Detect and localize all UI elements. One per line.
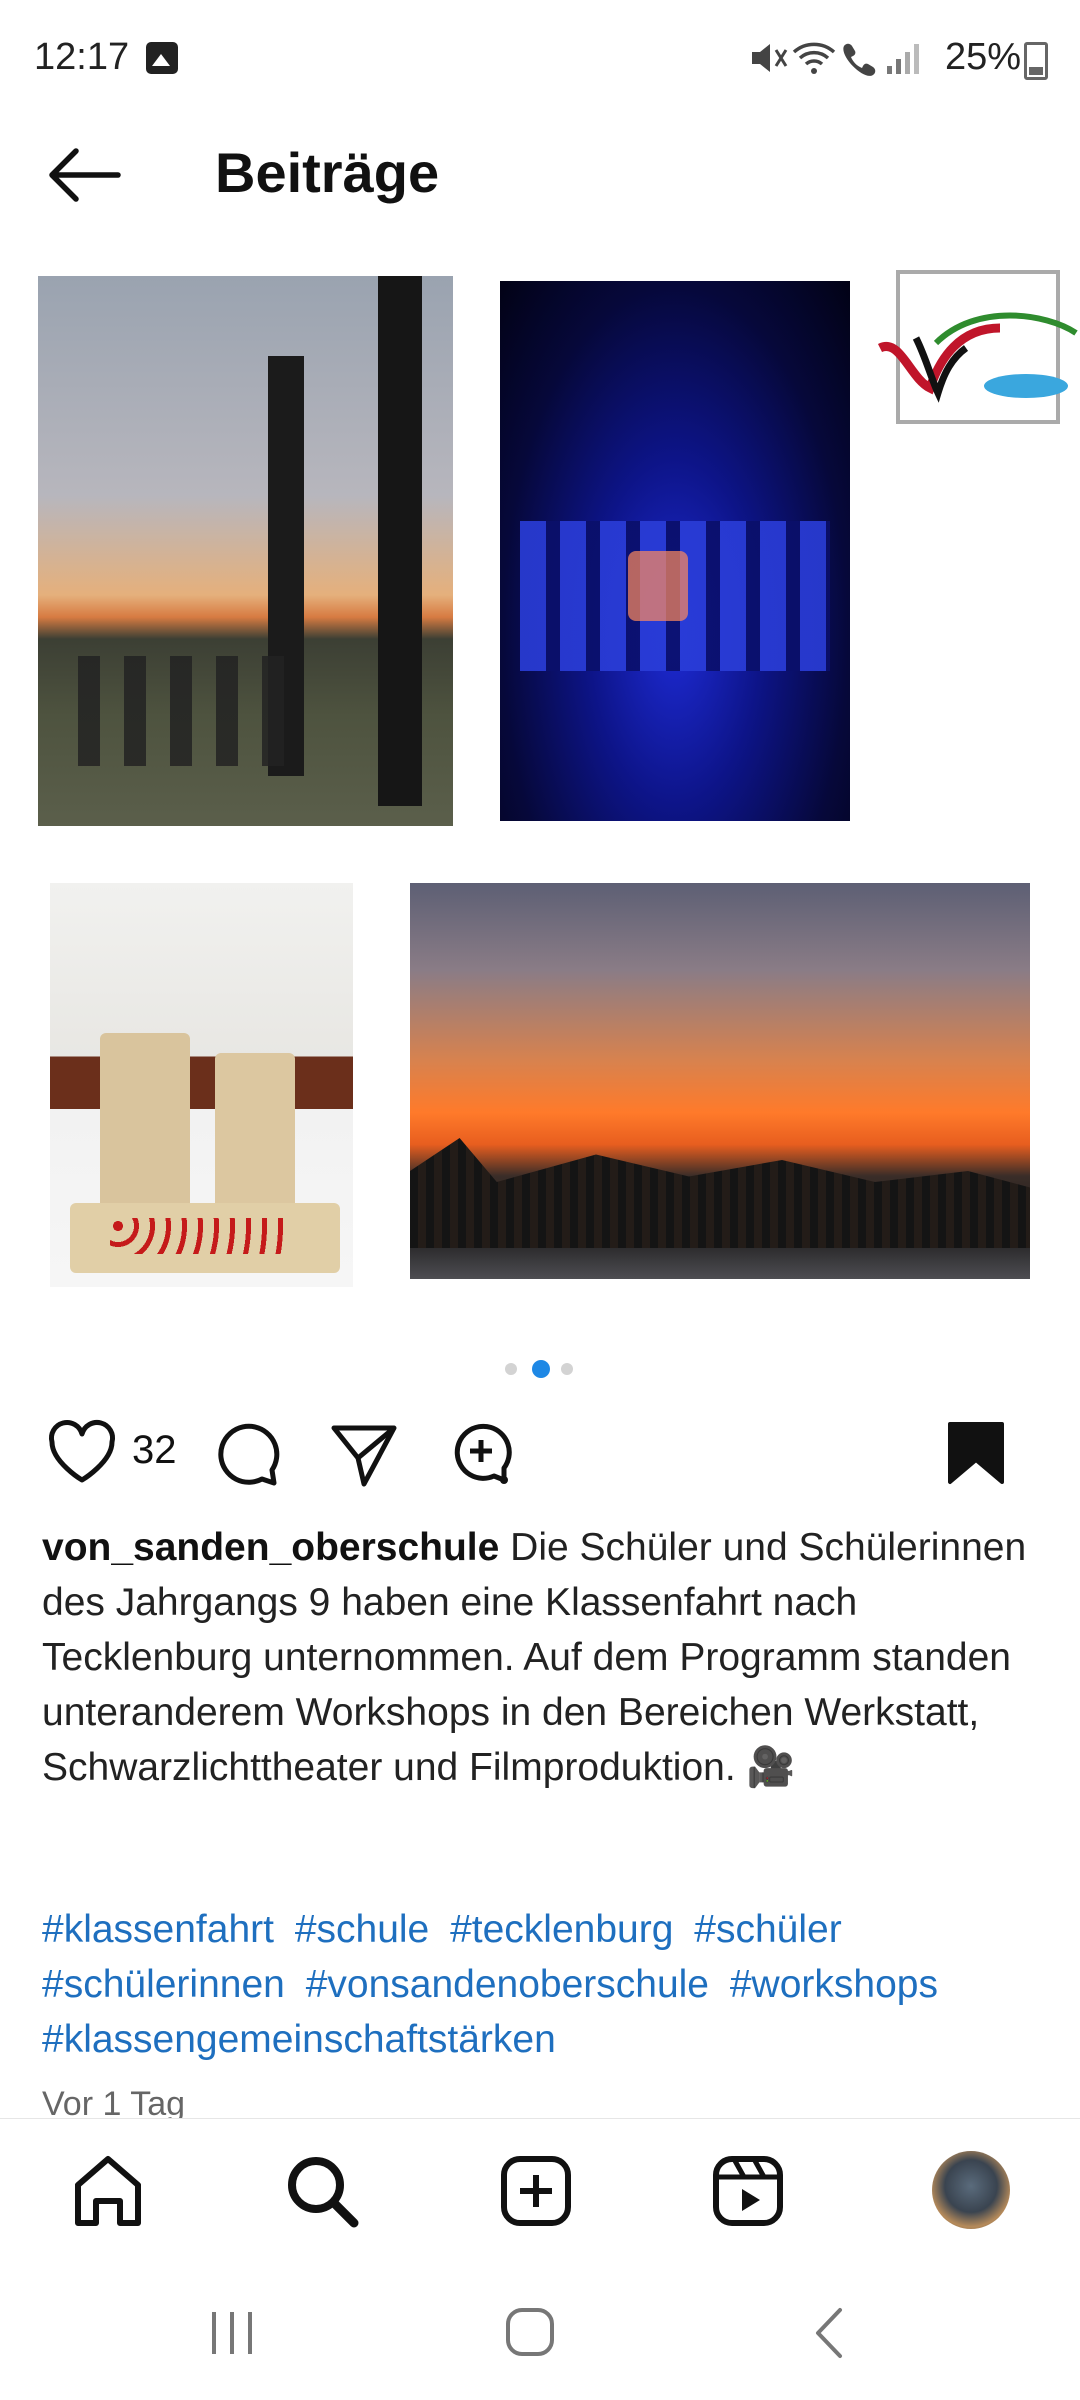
create-icon <box>501 2156 571 2226</box>
wifi-calling-icon <box>843 43 876 76</box>
hashtag[interactable]: #workshops <box>730 1963 938 2006</box>
wifi-icon <box>792 42 836 74</box>
hashtag[interactable]: #schule <box>295 1908 429 1951</box>
sunset-photo[interactable] <box>410 883 1030 1279</box>
add-comment-button[interactable] <box>448 1418 520 1490</box>
status-time: 12:17 <box>34 36 130 78</box>
share-button[interactable] <box>328 1418 400 1490</box>
system-home-button[interactable] <box>490 2298 570 2368</box>
system-back-button[interactable] <box>790 2298 870 2368</box>
profile-avatar[interactable] <box>932 2151 1010 2229</box>
comment-icon <box>218 1423 280 1486</box>
school-logo[interactable] <box>876 268 1080 438</box>
page-title: Beiträge <box>215 141 440 204</box>
nav-create-button[interactable] <box>496 2151 576 2231</box>
hashtag-list: #klassenfahrt #schule #tecklenburg #schü… <box>42 1902 1052 2067</box>
hashtag[interactable]: #vonsandenoberschule <box>306 1963 709 2006</box>
share-icon <box>331 1425 397 1487</box>
post-username[interactable]: von_sanden_oberschule <box>42 1526 499 1569</box>
mute-icon <box>752 44 788 72</box>
home-icon <box>75 2156 141 2226</box>
home-button-icon <box>506 2308 554 2356</box>
hashtag[interactable]: #tecklenburg <box>450 1908 673 1951</box>
recent-apps-icon <box>212 2312 252 2354</box>
tree-group-photo[interactable] <box>38 276 453 826</box>
reels-icon <box>713 2156 783 2226</box>
hashtag[interactable]: #klassenfahrt <box>42 1908 274 1951</box>
gallery-icon <box>146 42 178 74</box>
blacklight-theatre-photo[interactable] <box>500 281 850 821</box>
system-navigation-bar <box>0 2268 1080 2400</box>
post-caption: von_sanden_oberschule Die Schüler und Sc… <box>42 1520 1042 1795</box>
battery-icon <box>1024 42 1048 80</box>
comment-button[interactable] <box>212 1418 284 1490</box>
battery-percentage: 25% <box>945 36 1022 78</box>
hashtag[interactable]: #schüler <box>694 1908 841 1951</box>
signal-icon <box>887 44 919 74</box>
recent-apps-button[interactable] <box>192 2298 272 2368</box>
hashtag[interactable]: #schülerinnen <box>42 1963 285 2006</box>
carousel-dot-1[interactable] <box>505 1363 517 1375</box>
nav-search-button[interactable] <box>282 2151 362 2231</box>
arrow-left-icon <box>49 148 121 202</box>
likes-count[interactable]: 32 <box>132 1428 177 1473</box>
back-nav-icon <box>816 2308 842 2358</box>
back-button[interactable] <box>40 140 130 210</box>
add-comment-icon <box>454 1423 512 1484</box>
save-button[interactable] <box>940 1418 1012 1490</box>
heart-icon <box>48 1420 116 1483</box>
carousel-dot-2-active[interactable] <box>532 1360 550 1378</box>
hashtag[interactable]: #klassengemeinschaftstärken <box>42 2018 556 2061</box>
like-button[interactable] <box>46 1418 118 1490</box>
carousel-dot-3[interactable] <box>561 1363 573 1375</box>
wooden-robots-photo[interactable] <box>50 883 353 1287</box>
search-icon <box>288 2157 359 2228</box>
nav-reels-button[interactable] <box>708 2151 788 2231</box>
saved-bookmark-icon <box>948 1422 1004 1484</box>
nav-home-button[interactable] <box>68 2151 148 2231</box>
bottom-navigation <box>0 2118 1080 2269</box>
